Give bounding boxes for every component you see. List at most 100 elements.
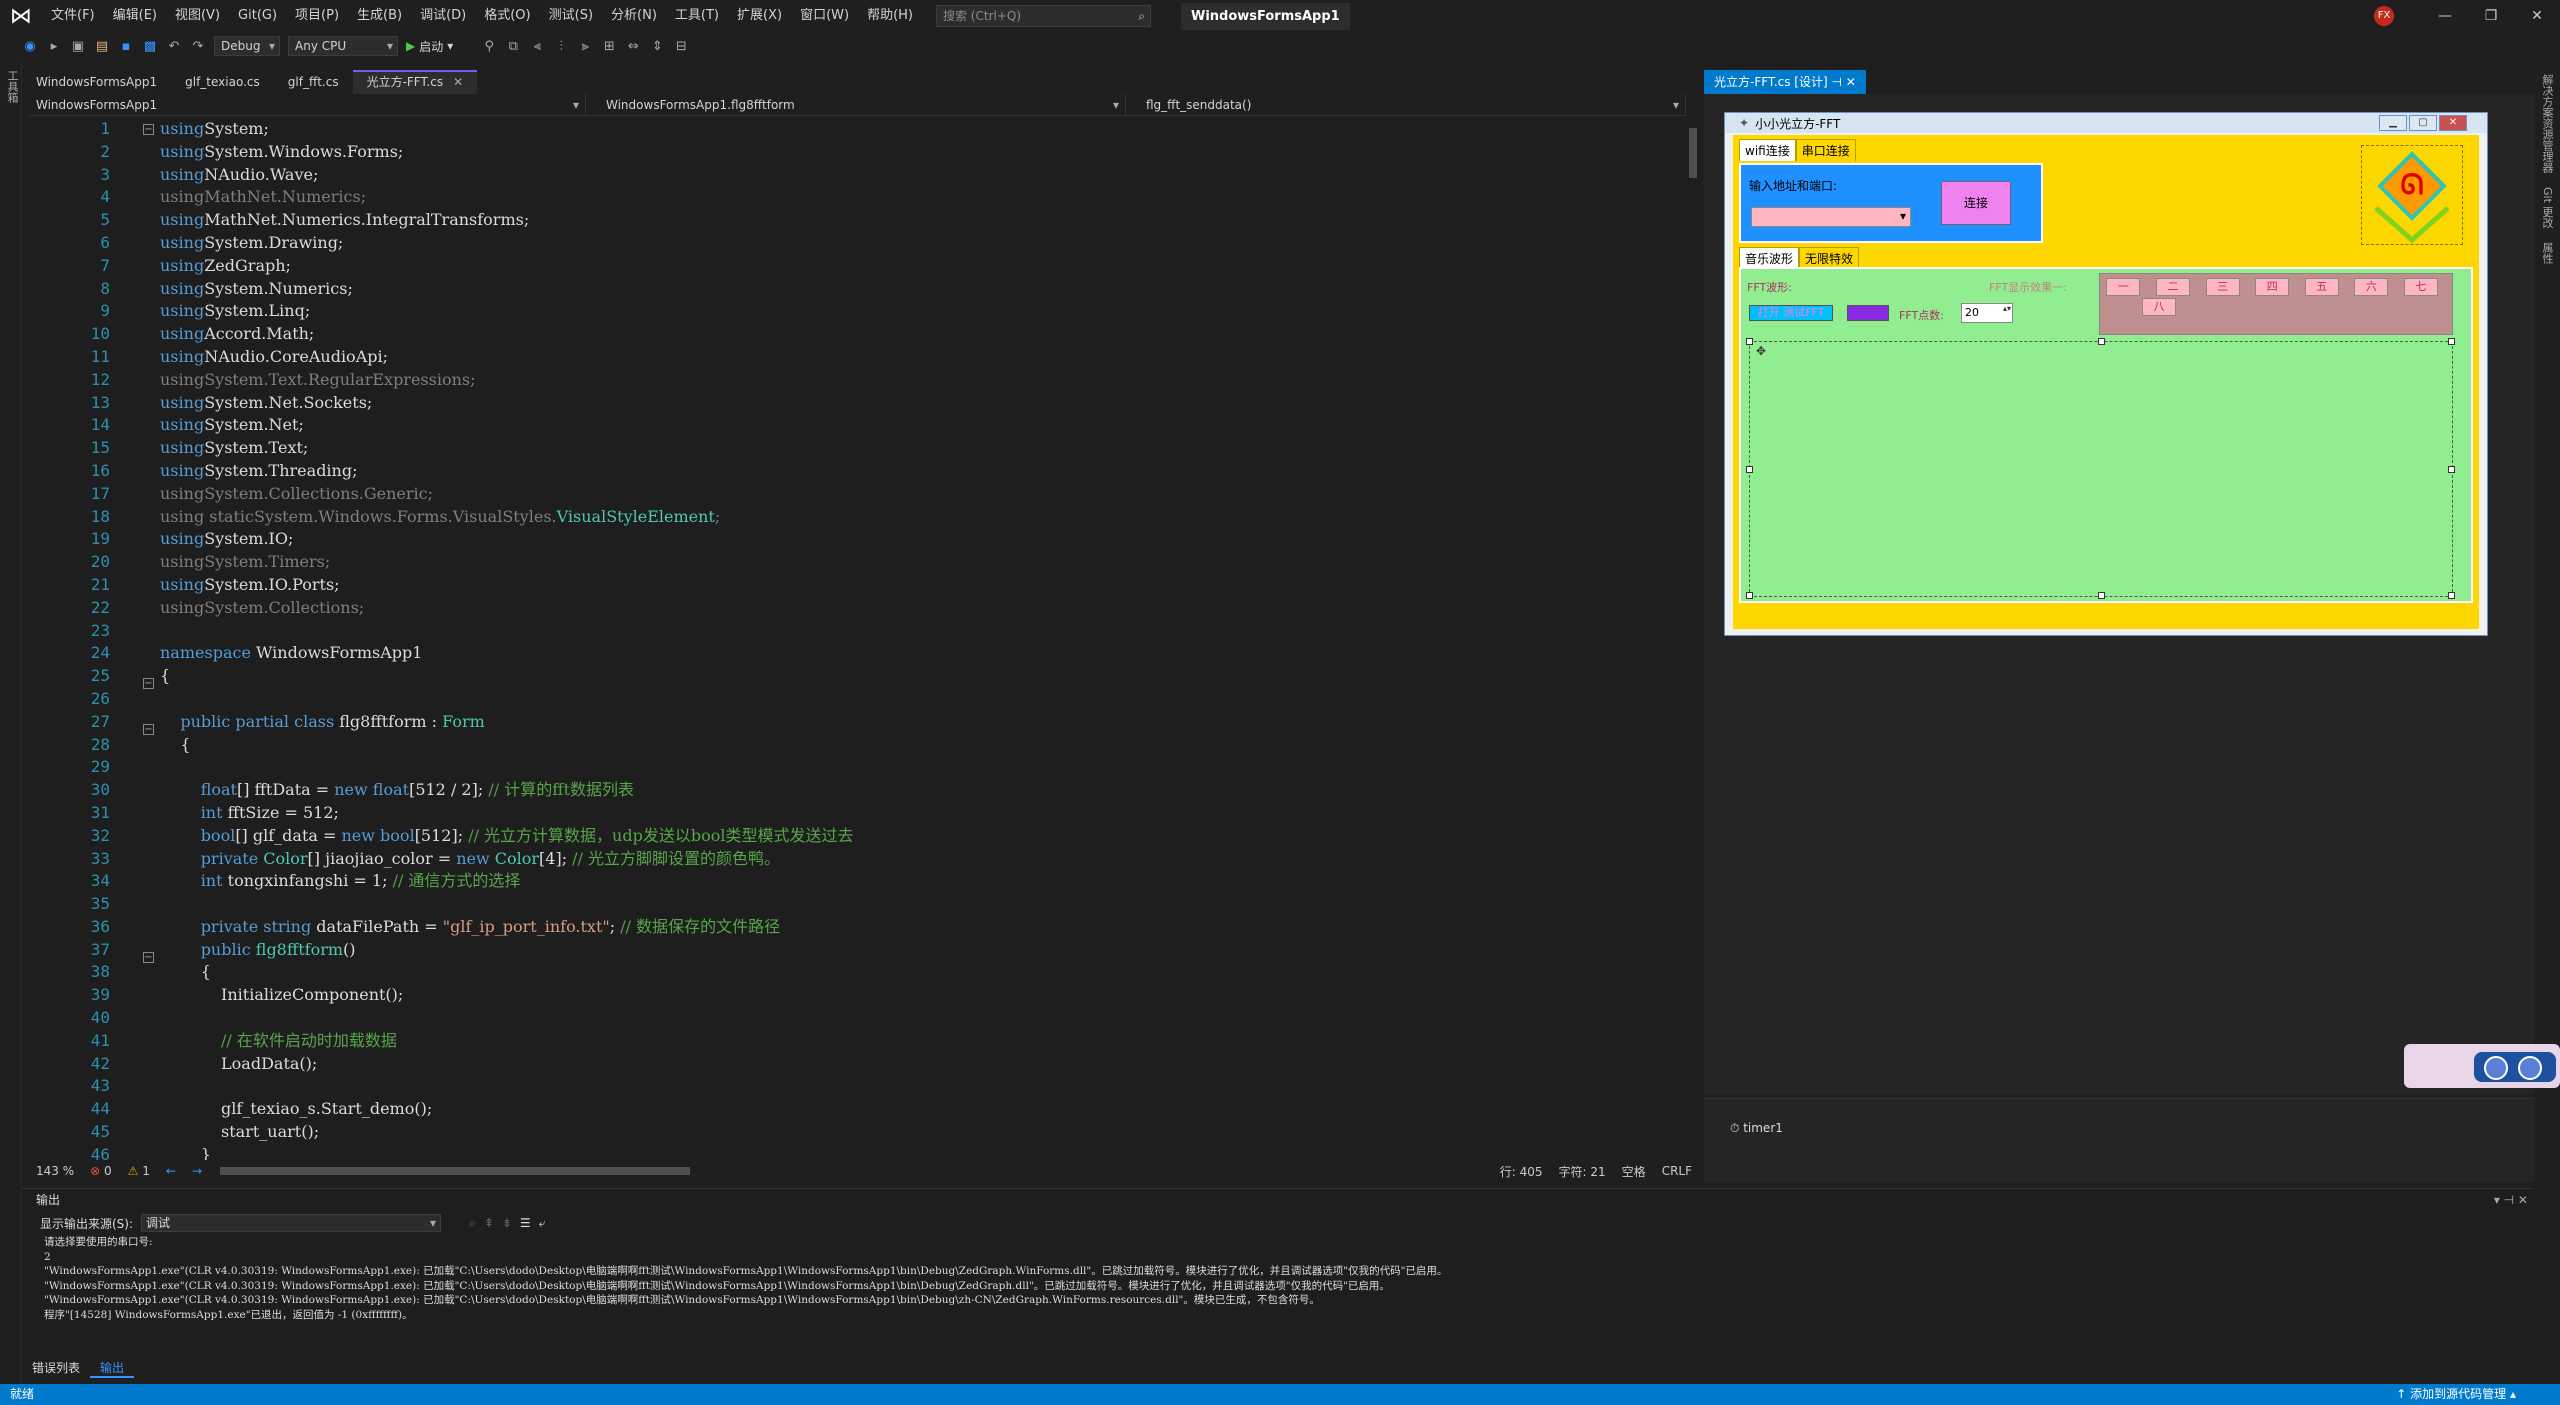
tab-wifi[interactable]: wifi连接 bbox=[1739, 139, 1796, 161]
tab-designer[interactable]: 光立方-FFT.cs [设计] ⊣ ✕ bbox=[1704, 70, 1866, 94]
minimize-button[interactable]: — bbox=[2422, 8, 2468, 24]
resize-handle[interactable] bbox=[1746, 338, 1753, 345]
effect-button[interactable]: 六 bbox=[2354, 278, 2389, 296]
floating-widget[interactable] bbox=[2404, 1044, 2560, 1088]
toolbox-strip[interactable]: 工具箱 bbox=[0, 60, 22, 1384]
save-all-icon[interactable]: ▩ bbox=[142, 39, 158, 54]
tab-glf-fft[interactable]: glf_fft.cs bbox=[274, 70, 353, 94]
navigate-forward-icon[interactable]: ▸ bbox=[46, 39, 62, 54]
next-message-icon[interactable]: ⇟ bbox=[502, 1216, 512, 1230]
connect-button[interactable]: 连接 bbox=[1941, 181, 2011, 225]
wifi-panel[interactable]: 输入地址和端口: 连接 bbox=[1739, 163, 2043, 243]
open-fft-button[interactable]: 打开 测试FFT bbox=[1749, 305, 1833, 321]
spacing-icon[interactable]: ⇔ bbox=[625, 39, 641, 54]
menu-item[interactable]: 视图(V) bbox=[166, 0, 229, 32]
attach-icon[interactable]: ⚲ bbox=[481, 39, 497, 54]
designed-form[interactable]: ✦ 小小光立方-FFT ▁ ▢ ✕ wifi连接 串口连接 输入地址和端口: 连… bbox=[1724, 112, 2488, 636]
form-client-area[interactable]: wifi连接 串口连接 输入地址和端口: 连接 ᘏ 音乐波形 无限特效 F bbox=[1733, 135, 2479, 629]
fold-toggle-icon[interactable]: − bbox=[143, 952, 154, 963]
menu-item[interactable]: 格式(O) bbox=[475, 0, 539, 32]
effect-button[interactable]: 二 bbox=[2156, 278, 2190, 296]
timer-component[interactable]: ⏱ timer1 bbox=[1730, 1121, 1783, 1136]
code-editor[interactable]: 1 2 3 4 5 6 7 8 9 10 11 12 13 14 15 16 17 18 19 20 21 22 23 24 2… bbox=[30, 118, 1686, 1160]
scroll-thumb[interactable] bbox=[1689, 128, 1697, 178]
git-changes-tab[interactable]: Git 更改 bbox=[2540, 187, 2554, 228]
fft-points-stepper[interactable]: 20 bbox=[1961, 303, 2013, 323]
output-text[interactable]: 请选择要使用的串口号: 2 "WindowsFormsApp1.exe"(CLR v… bbox=[22, 1235, 2534, 1323]
output-source-dropdown[interactable]: 调试 bbox=[141, 1214, 442, 1232]
right-tool-strip[interactable]: 解决方案资源管理器 Git 更改 属性 bbox=[2534, 60, 2560, 1384]
tab-output[interactable]: 输出 bbox=[90, 1358, 135, 1378]
effect-button[interactable]: 八 bbox=[2142, 298, 2176, 316]
zedgraph-plot[interactable]: ✥ bbox=[1746, 338, 2455, 599]
fold-toggle-icon[interactable]: − bbox=[143, 678, 154, 689]
align-icon[interactable]: ⫷ bbox=[529, 39, 545, 54]
whitespace-mode[interactable]: 空格 bbox=[1622, 1163, 1646, 1180]
menu-item[interactable]: 帮助(H) bbox=[858, 0, 922, 32]
close-tab-icon[interactable]: ✕ bbox=[1846, 75, 1856, 89]
menu-item[interactable]: 调试(D) bbox=[411, 0, 475, 32]
tab-glf-texiao[interactable]: glf_texiao.cs bbox=[171, 70, 274, 94]
menu-item[interactable]: 分析(N) bbox=[602, 0, 666, 32]
address-combo[interactable] bbox=[1751, 207, 1911, 227]
start-debug-button[interactable]: ▶ 启动 ▾ bbox=[406, 38, 453, 55]
member-dropdown[interactable]: flg_fft_senddata() bbox=[1126, 94, 1686, 116]
new-project-icon[interactable]: ▣ bbox=[70, 39, 86, 54]
undo-icon[interactable]: ↶ bbox=[166, 39, 182, 54]
add-to-source-control-button[interactable]: ↑ 添加到源代码管理 ▴ bbox=[2396, 1384, 2516, 1405]
effect-button[interactable]: 七 bbox=[2404, 278, 2438, 296]
form-designer-surface[interactable]: ✦ 小小光立方-FFT ▁ ▢ ✕ wifi连接 串口连接 输入地址和端口: 连… bbox=[1704, 94, 2534, 1094]
open-file-icon[interactable]: ▤ bbox=[94, 39, 110, 54]
resize-handle[interactable] bbox=[2098, 338, 2105, 345]
tab-error-list[interactable]: 错误列表 bbox=[22, 1358, 90, 1378]
resize-handle[interactable] bbox=[2448, 338, 2455, 345]
logo-picturebox[interactable]: ᘏ bbox=[2361, 145, 2463, 245]
menu-item[interactable]: 文件(F) bbox=[42, 0, 104, 32]
fold-toggle-icon[interactable]: − bbox=[143, 724, 154, 735]
tab-guanglifang-fft[interactable]: 光立方-FFT.cs ✕ bbox=[352, 70, 478, 94]
resize-handle[interactable] bbox=[2098, 592, 2105, 599]
line-ending[interactable]: CRLF bbox=[1662, 1164, 1692, 1178]
pin-icon[interactable]: ⊣ bbox=[1832, 75, 1842, 89]
menu-item[interactable]: 生成(B) bbox=[348, 0, 411, 32]
align-center-icon[interactable]: ⫶ bbox=[553, 39, 569, 54]
error-count[interactable]: ⊗ 0 bbox=[90, 1164, 112, 1178]
menu-item[interactable]: 工具(T) bbox=[666, 0, 728, 32]
prev-issue-icon[interactable]: ← bbox=[166, 1164, 176, 1178]
menu-item[interactable]: 窗口(W) bbox=[791, 0, 858, 32]
next-issue-icon[interactable]: → bbox=[192, 1164, 202, 1178]
menu-item[interactable]: 测试(S) bbox=[540, 0, 602, 32]
editor-horizontal-scrollbar[interactable] bbox=[220, 1167, 691, 1175]
effect-button[interactable]: 一 bbox=[2106, 278, 2141, 296]
size-icon[interactable]: ⊟ bbox=[673, 39, 689, 54]
effect-button[interactable]: 三 bbox=[2205, 278, 2240, 296]
resize-handle[interactable] bbox=[1746, 592, 1753, 599]
tab-order-icon[interactable]: ⇕ bbox=[649, 39, 665, 54]
project-dropdown[interactable]: WindowsFormsApp1 bbox=[30, 94, 586, 116]
save-icon[interactable]: ▪ bbox=[118, 39, 134, 54]
configuration-dropdown[interactable]: Debug bbox=[214, 36, 280, 56]
tab-effects[interactable]: 无限特效 bbox=[1799, 247, 1860, 269]
fold-toggle-icon[interactable]: − bbox=[143, 124, 154, 135]
effect-button[interactable]: 五 bbox=[2304, 278, 2339, 296]
menu-item[interactable]: 项目(P) bbox=[286, 0, 348, 32]
restore-button[interactable]: ❐ bbox=[2468, 8, 2514, 24]
resize-handle[interactable] bbox=[1746, 466, 1753, 473]
platform-dropdown[interactable]: Any CPU bbox=[288, 36, 398, 56]
solution-explorer-tab[interactable]: 解决方案资源管理器 bbox=[2540, 74, 2554, 173]
effect-button[interactable]: 四 bbox=[2255, 278, 2290, 296]
effect-buttons-panel[interactable]: 一二三四五六七八 bbox=[2099, 273, 2453, 335]
close-button[interactable]: ✕ bbox=[2514, 8, 2560, 24]
editor-vertical-scrollbar[interactable] bbox=[1686, 118, 1702, 1160]
tab-serial[interactable]: 串口连接 bbox=[1795, 139, 1856, 161]
redo-icon[interactable]: ↷ bbox=[190, 39, 206, 54]
word-wrap-icon[interactable]: ⤶ bbox=[539, 1216, 546, 1231]
menu-item[interactable]: 编辑(E) bbox=[104, 0, 166, 32]
search-input[interactable]: 搜索 (Ctrl+Q) ⌕ bbox=[935, 5, 1151, 27]
align-right-icon[interactable]: ⫸ bbox=[577, 39, 593, 54]
properties-tab[interactable]: 属性 bbox=[2540, 242, 2554, 264]
resize-handle[interactable] bbox=[2448, 466, 2455, 473]
resize-handle[interactable] bbox=[2448, 592, 2455, 599]
find-icon[interactable]: ⌕ bbox=[469, 1216, 476, 1231]
navigate-back-icon[interactable]: ◉ bbox=[22, 39, 38, 54]
